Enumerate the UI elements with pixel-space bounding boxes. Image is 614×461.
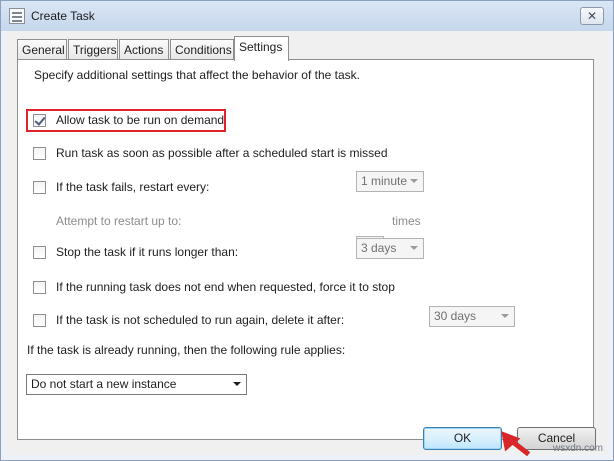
restart-interval-dropdown[interactable]: 1 minute xyxy=(356,171,424,192)
tab-general[interactable]: General xyxy=(17,39,67,60)
restart-on-fail-label: If the task fails, restart every: xyxy=(56,180,210,194)
settings-description: Specify additional settings that affect … xyxy=(34,68,360,82)
task-icon xyxy=(9,8,25,24)
stop-if-longer-checkbox[interactable] xyxy=(33,246,46,259)
tab-actions[interactable]: Actions xyxy=(119,39,169,60)
allow-on-demand-checkbox[interactable] xyxy=(33,114,46,127)
restart-interval-value: 1 minute xyxy=(361,174,408,188)
running-rule-dropdown[interactable]: Do not start a new instance xyxy=(26,374,247,395)
restart-on-fail-checkbox[interactable] xyxy=(33,181,46,194)
restart-attempts-unit: times xyxy=(392,214,421,228)
dialog-body: General Triggers Actions Conditions Sett… xyxy=(7,31,607,455)
force-stop-label: If the running task does not end when re… xyxy=(56,280,395,294)
window-title: Create Task xyxy=(31,9,95,23)
stop-if-longer-label: Stop the task if it runs longer than: xyxy=(56,245,239,259)
chevron-down-icon xyxy=(410,246,418,250)
delete-if-not-scheduled-label: If the task is not scheduled to run agai… xyxy=(56,313,345,327)
delete-after-value: 30 days xyxy=(434,309,477,323)
rule-label: If the task is already running, then the… xyxy=(27,343,346,357)
restart-attempts-label: Attempt to restart up to: xyxy=(56,214,182,228)
running-rule-value: Do not start a new instance xyxy=(31,377,177,391)
tab-settings[interactable]: Settings xyxy=(234,36,289,61)
watermark: wsxdn.com xyxy=(552,443,603,454)
run-asap-checkbox[interactable] xyxy=(33,147,46,160)
run-asap-label: Run task as soon as possible after a sch… xyxy=(56,146,388,160)
chevron-down-icon xyxy=(233,382,241,386)
create-task-window: Create Task ✕ General Triggers Actions C… xyxy=(0,0,614,461)
force-stop-checkbox[interactable] xyxy=(33,281,46,294)
delete-if-not-scheduled-checkbox[interactable] xyxy=(33,314,46,327)
delete-after-dropdown[interactable]: 30 days xyxy=(429,306,515,327)
title-bar[interactable]: Create Task ✕ xyxy=(1,1,613,31)
ok-button[interactable]: OK xyxy=(423,427,502,450)
chevron-down-icon xyxy=(501,314,509,318)
chevron-down-icon xyxy=(410,179,418,183)
close-button[interactable]: ✕ xyxy=(580,7,604,25)
tab-conditions[interactable]: Conditions xyxy=(170,39,234,60)
settings-panel: Specify additional settings that affect … xyxy=(17,59,594,440)
allow-on-demand-label: Allow task to be run on demand xyxy=(56,113,225,127)
stop-duration-dropdown[interactable]: 3 days xyxy=(356,238,424,259)
stop-duration-value: 3 days xyxy=(361,241,397,255)
tab-triggers[interactable]: Triggers xyxy=(68,39,118,60)
